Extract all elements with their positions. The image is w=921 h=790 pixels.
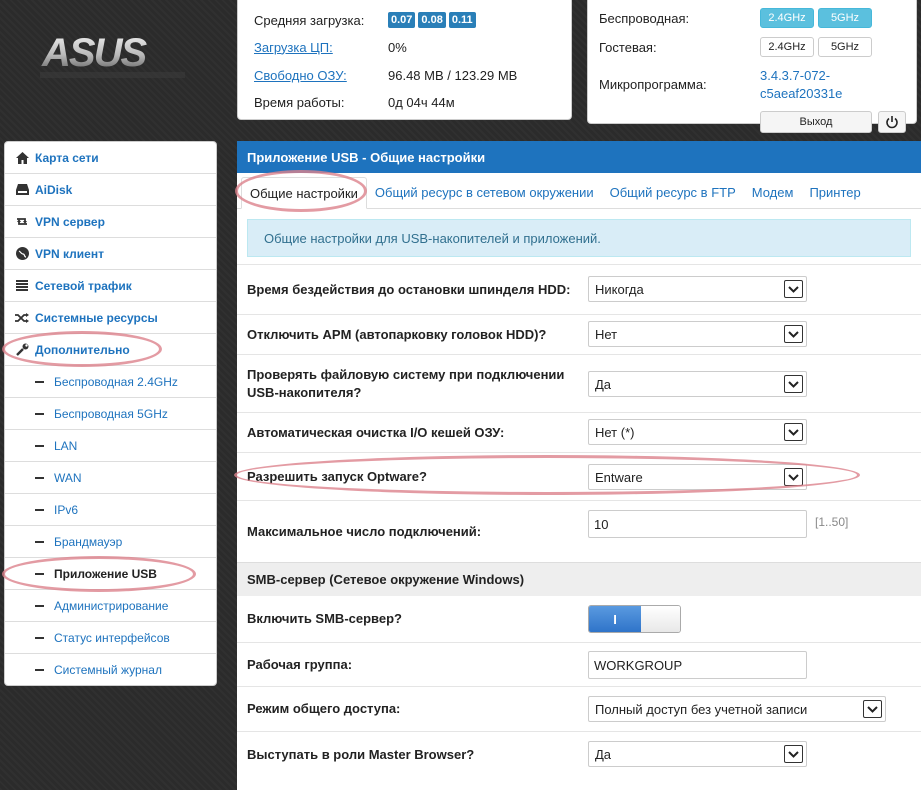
home-icon <box>15 151 29 165</box>
list-icon <box>15 279 29 293</box>
sidebar-subitem-administration[interactable]: Администрирование <box>5 590 216 622</box>
workgroup-input[interactable]: WORKGROUP <box>588 651 807 679</box>
apm-row: Отключить APM (автопарковку головок HDD)… <box>237 314 921 354</box>
chevron-down-icon <box>784 325 803 343</box>
uptime-value: 0д 04ч 44м <box>388 94 455 110</box>
chevron-down-icon <box>784 468 803 486</box>
smb-enable-toggle[interactable]: I <box>588 605 681 633</box>
load-5min-badge: 0.08 <box>418 12 446 28</box>
spindown-label: Время бездействия до остановки шпинделя … <box>247 281 571 297</box>
main-content: Приложение USB - Общие настройки Общие н… <box>237 141 921 790</box>
svg-text:ASUS: ASUS <box>41 31 147 75</box>
access-mode-select[interactable]: Полный доступ без учетной записи <box>588 696 886 722</box>
tab-printer[interactable]: Принтер <box>801 176 868 208</box>
logout-button[interactable]: Выход <box>760 111 872 133</box>
power-icon <box>886 116 898 129</box>
spindown-select[interactable]: Никогда <box>588 276 807 302</box>
retweet-icon <box>15 215 29 229</box>
info-alert: Общие настройки для USB-накопителей и пр… <box>247 219 911 257</box>
tab-modem[interactable]: Модем <box>744 176 802 208</box>
asus-logo: ASUS <box>40 30 185 88</box>
tab-ftp-share[interactable]: Общий ресурс в FTP <box>602 176 744 208</box>
smb-section-header: SMB-сервер (Сетевое окружение Windows) <box>237 562 921 596</box>
sidebar-subitem-firewall[interactable]: Брандмауэр <box>5 526 216 558</box>
sidebar-subitem-interface-status[interactable]: Статус интерфейсов <box>5 622 216 654</box>
chevron-down-icon <box>784 423 803 441</box>
master-browser-label: Выступать в роли Master Browser? <box>247 746 475 762</box>
load-label: Средняя загрузка: <box>254 12 365 28</box>
wireless-label: Беспроводная: <box>599 11 690 26</box>
globe-icon <box>15 247 29 261</box>
chevron-down-icon <box>784 375 803 393</box>
tab-network-share[interactable]: Общий ресурс в сетевом окружении <box>367 176 602 208</box>
free-ram-value: 96.48 MB / 123.29 MB <box>388 67 518 83</box>
chevron-down-icon <box>784 745 803 763</box>
free-ram-link[interactable]: Свободно ОЗУ: <box>254 68 388 83</box>
sidebar-item-system-resources[interactable]: Системные ресурсы <box>5 302 216 334</box>
guest-label: Гостевая: <box>599 40 657 55</box>
wireless-24ghz-button[interactable]: 2.4GHz <box>760 8 814 28</box>
sidebar-subitem-wireless-24[interactable]: Беспроводная 2.4GHz <box>5 366 216 398</box>
master-browser-row: Выступать в роли Master Browser? Да <box>237 731 921 777</box>
maxconn-row: Максимальное число подключений: 10 [1..5… <box>237 500 921 562</box>
fscheck-select[interactable]: Да <box>588 371 807 397</box>
sidebar-item-advanced[interactable]: Дополнительно <box>5 334 216 366</box>
sidebar-subitem-usb-application[interactable]: Приложение USB <box>5 558 216 590</box>
apm-label: Отключить APM (автопарковку головок HDD)… <box>247 326 547 342</box>
optware-select[interactable]: Entware <box>588 464 807 490</box>
tab-bar: Общие настройки Общий ресурс в сетевом о… <box>237 173 921 209</box>
shuffle-icon <box>15 311 29 325</box>
workgroup-label: Рабочая группа: <box>247 656 353 672</box>
drive-icon <box>15 183 29 197</box>
uptime-label: Время работы: <box>254 94 345 110</box>
wireless-5ghz-button[interactable]: 5GHz <box>818 8 872 28</box>
access-mode-row: Режим общего доступа: Полный доступ без … <box>237 686 921 731</box>
chevron-down-icon <box>863 700 882 718</box>
sidebar-menu: Карта сети AiDisk VPN сервер VPN клиент … <box>4 141 217 686</box>
sidebar-subitem-lan[interactable]: LAN <box>5 430 216 462</box>
guest-24ghz-button[interactable]: 2.4GHz <box>760 37 814 57</box>
workgroup-row: Рабочая группа: WORKGROUP <box>237 642 921 686</box>
wrench-icon <box>15 343 29 357</box>
cpu-load-link[interactable]: Загрузка ЦП: <box>254 40 388 55</box>
optware-row: Разрешить запуск Optware? Entware <box>237 452 921 500</box>
sidebar-item-vpn-client[interactable]: VPN клиент <box>5 238 216 270</box>
sidebar-subitem-system-log[interactable]: Системный журнал <box>5 654 216 686</box>
smb-enable-label: Включить SMB-сервер? <box>247 611 402 626</box>
chevron-down-icon <box>784 280 803 298</box>
optware-label: Разрешить запуск Optware? <box>247 468 427 484</box>
access-mode-label: Режим общего доступа: <box>247 701 401 716</box>
sidebar-item-network-map[interactable]: Карта сети <box>5 142 216 174</box>
sidebar-subitem-ipv6[interactable]: IPv6 <box>5 494 216 526</box>
tab-general-settings[interactable]: Общие настройки <box>241 177 367 209</box>
cache-row: Автоматическая очистка I/O кешей ОЗУ: Не… <box>237 412 921 452</box>
system-status-panel: Средняя загрузка: 0.07 0.08 0.11 Загрузк… <box>237 0 572 120</box>
firmware-label: Микропрограмма: <box>599 77 707 92</box>
sidebar-item-aidisk[interactable]: AiDisk <box>5 174 216 206</box>
reboot-button[interactable] <box>878 111 906 133</box>
maxconn-input[interactable]: 10 <box>588 510 807 538</box>
cache-label: Автоматическая очистка I/O кешей ОЗУ: <box>247 424 505 440</box>
firmware-link[interactable]: 3.4.3.7-072- c5aeaf20331e <box>760 67 842 103</box>
sidebar-subitem-wireless-5[interactable]: Беспроводная 5GHz <box>5 398 216 430</box>
maxconn-hint: [1..50] <box>815 515 849 529</box>
fscheck-row: Проверять файловую систему при подключен… <box>237 354 921 412</box>
master-browser-select[interactable]: Да <box>588 741 807 767</box>
fscheck-label: Проверять файловую систему при подключен… <box>247 366 565 400</box>
sidebar-item-vpn-server[interactable]: VPN сервер <box>5 206 216 238</box>
spindown-row: Время бездействия до остановки шпинделя … <box>237 264 921 314</box>
page-title: Приложение USB - Общие настройки <box>237 141 921 173</box>
maxconn-label: Максимальное число подключений: <box>247 523 482 539</box>
smb-enable-row: Включить SMB-сервер? I <box>237 596 921 642</box>
load-15min-badge: 0.11 <box>448 12 476 28</box>
load-1min-badge: 0.07 <box>388 12 416 28</box>
sidebar-subitem-wan[interactable]: WAN <box>5 462 216 494</box>
apm-select[interactable]: Нет <box>588 321 807 347</box>
router-info-panel: Беспроводная: 2.4GHz 5GHz Гостевая: 2.4G… <box>587 0 917 133</box>
guest-5ghz-button[interactable]: 5GHz <box>818 37 872 57</box>
cpu-load-value: 0% <box>388 39 407 55</box>
sidebar-item-traffic[interactable]: Сетевой трафик <box>5 270 216 302</box>
cache-select[interactable]: Нет (*) <box>588 419 807 445</box>
